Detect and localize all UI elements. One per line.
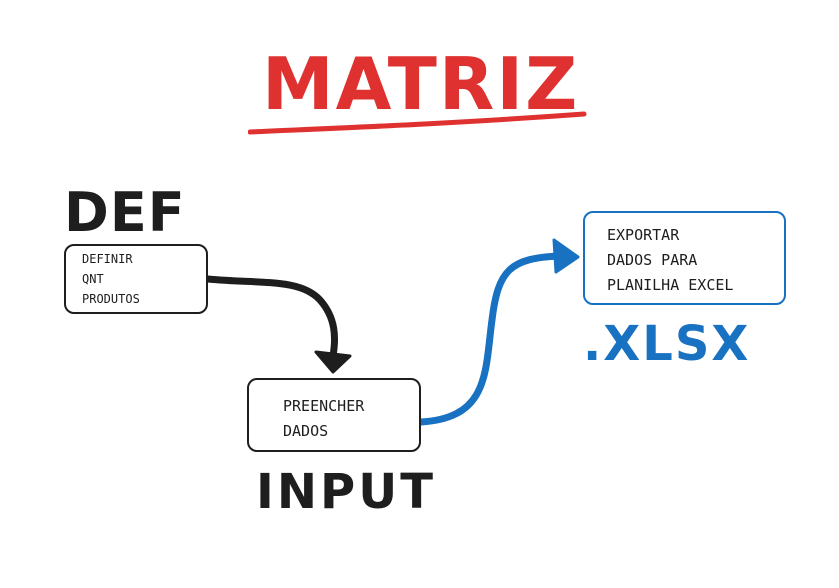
- def-node[interactable]: DEFINIR QNT PRODUTOS: [64, 244, 208, 314]
- def-line-1: DEFINIR: [82, 252, 133, 266]
- export-line-1: EXPORTAR: [607, 226, 680, 244]
- arrowhead-def-to-input: [314, 350, 352, 374]
- export-node[interactable]: EXPORTAR DADOS PARA PLANILHA EXCEL: [583, 211, 786, 305]
- export-line-3: PLANILHA EXCEL: [607, 276, 734, 294]
- def-line-3: PRODUTOS: [82, 292, 140, 306]
- input-label: INPUT: [256, 464, 436, 520]
- input-node[interactable]: PREENCHER DADOS: [247, 378, 421, 452]
- xlsx-label: .XLSX: [583, 316, 751, 372]
- diagram-canvas: MATRIZ DEF DEFINIR QNT PRODUTOS PREENCHE…: [0, 0, 839, 588]
- input-line-2: DADOS: [283, 422, 329, 440]
- def-line-2: QNT: [82, 272, 104, 286]
- edge-def-to-input: [204, 275, 338, 360]
- edge-input-to-export: [417, 252, 564, 426]
- def-label: DEF: [64, 181, 186, 244]
- arrowhead-input-to-export: [552, 238, 580, 274]
- export-line-2: DADOS PARA: [607, 251, 698, 269]
- input-line-1: PREENCHER: [283, 397, 365, 415]
